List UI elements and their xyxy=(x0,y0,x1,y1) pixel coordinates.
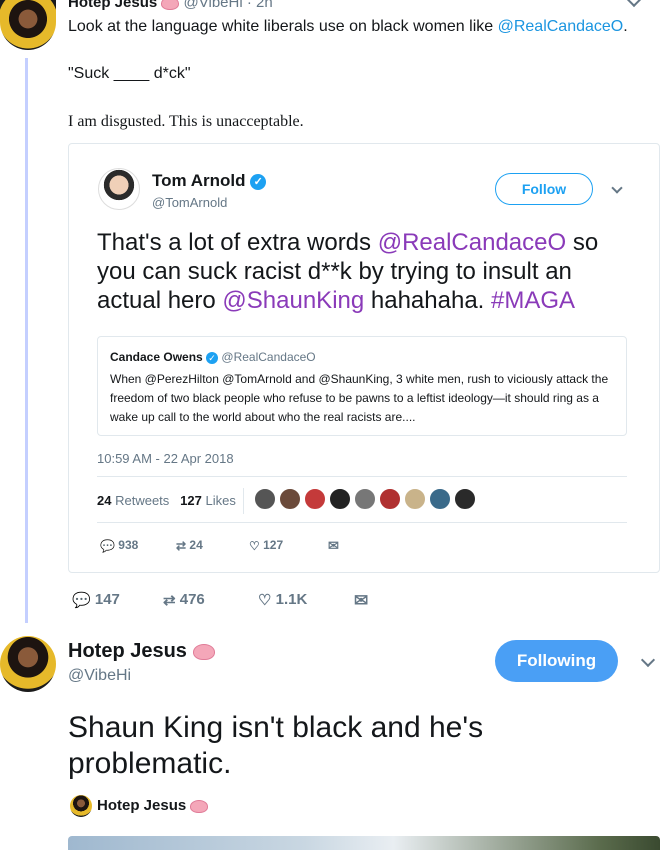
chevron-down-icon[interactable] xyxy=(640,652,656,668)
brain-emoji-icon xyxy=(190,799,209,813)
tweet-timestamp[interactable]: 10:59 AM - 22 Apr 2018 xyxy=(97,451,234,466)
reply-action[interactable]: 💬 938 xyxy=(100,538,138,553)
tweet-header: Hotep Jesus @VibeHi · 2h xyxy=(68,0,273,11)
reply-author: Hotep Jesus xyxy=(68,640,215,663)
avatar[interactable] xyxy=(0,636,56,692)
like-action[interactable]: ♡ 127 xyxy=(249,538,283,553)
heart-icon: ♡ xyxy=(249,538,260,553)
quoted-author-name[interactable]: Candace Owens xyxy=(110,350,203,364)
embedded-tweet-text: That's a lot of extra words @RealCandace… xyxy=(97,229,599,314)
dm-action[interactable]: ✉ xyxy=(354,590,368,611)
avatar[interactable] xyxy=(0,0,56,50)
retweet-icon: ⇄ xyxy=(176,538,187,553)
reply-action[interactable]: 💬 147 xyxy=(72,591,120,609)
author-handle[interactable]: @VibeHi · 2h xyxy=(184,0,273,11)
brain-emoji-icon xyxy=(192,643,215,660)
embedded-author-handle[interactable]: @TomArnold xyxy=(152,195,227,210)
embedded-author: Hotep Jesus xyxy=(97,797,209,814)
quoted-tweet-header: Candace Owens ✓ @RealCandaceO xyxy=(110,350,316,364)
divider xyxy=(97,476,627,477)
dm-action[interactable]: ✉ xyxy=(328,537,339,554)
reply-icon: 💬 xyxy=(72,592,91,610)
tweet-text: Look at the language white liberals use … xyxy=(68,18,628,35)
mention-link[interactable]: @RealCandaceO xyxy=(378,229,566,256)
follow-button[interactable]: Follow xyxy=(495,173,593,205)
retweet-action[interactable]: ⇄ 24 xyxy=(176,538,203,553)
envelope-icon: ✉ xyxy=(328,537,339,553)
mention-link[interactable]: @RealCandaceO xyxy=(498,18,624,35)
divider xyxy=(97,522,627,523)
reply-icon: 💬 xyxy=(100,538,115,553)
embedded-author-name[interactable]: Tom Arnold ✓ xyxy=(152,171,267,191)
following-button[interactable]: Following xyxy=(495,640,618,682)
divider xyxy=(243,488,244,514)
verified-icon: ✓ xyxy=(250,173,267,190)
brain-emoji-icon xyxy=(161,0,180,10)
reply-tweet-text: Shaun King isn't black and he's problema… xyxy=(68,711,484,780)
verified-icon: ✓ xyxy=(206,351,219,364)
avatar[interactable] xyxy=(70,795,92,817)
retweet-action[interactable]: ⇄ 476 xyxy=(163,591,205,609)
avatar[interactable] xyxy=(98,168,140,210)
media-image[interactable] xyxy=(68,836,660,850)
quoted-author-handle[interactable]: @RealCandaceO xyxy=(221,350,315,364)
engagement-stats: 24 Retweets 127 Likes xyxy=(97,493,236,508)
liker-avatars[interactable] xyxy=(254,488,479,515)
thread-line xyxy=(25,58,28,623)
chevron-down-icon[interactable] xyxy=(626,0,642,8)
heart-icon: ♡ xyxy=(258,592,272,610)
envelope-icon: ✉ xyxy=(354,590,369,610)
author-name[interactable]: Hotep Jesus xyxy=(68,0,157,11)
reply-handle[interactable]: @VibeHi xyxy=(68,667,131,685)
like-action[interactable]: ♡ 1.1K xyxy=(258,591,307,609)
hashtag-link[interactable]: #MAGA xyxy=(491,287,575,314)
tweet-text-line: I am disgusted. This is unacceptable. xyxy=(68,113,304,130)
quoted-tweet-text: When @PerezHilton @TomArnold and @ShaunK… xyxy=(110,372,609,424)
tweet-text-line: "Suck ____ d*ck" xyxy=(68,65,191,82)
retweet-icon: ⇄ xyxy=(163,592,176,610)
mention-link[interactable]: @ShaunKing xyxy=(222,287,364,314)
